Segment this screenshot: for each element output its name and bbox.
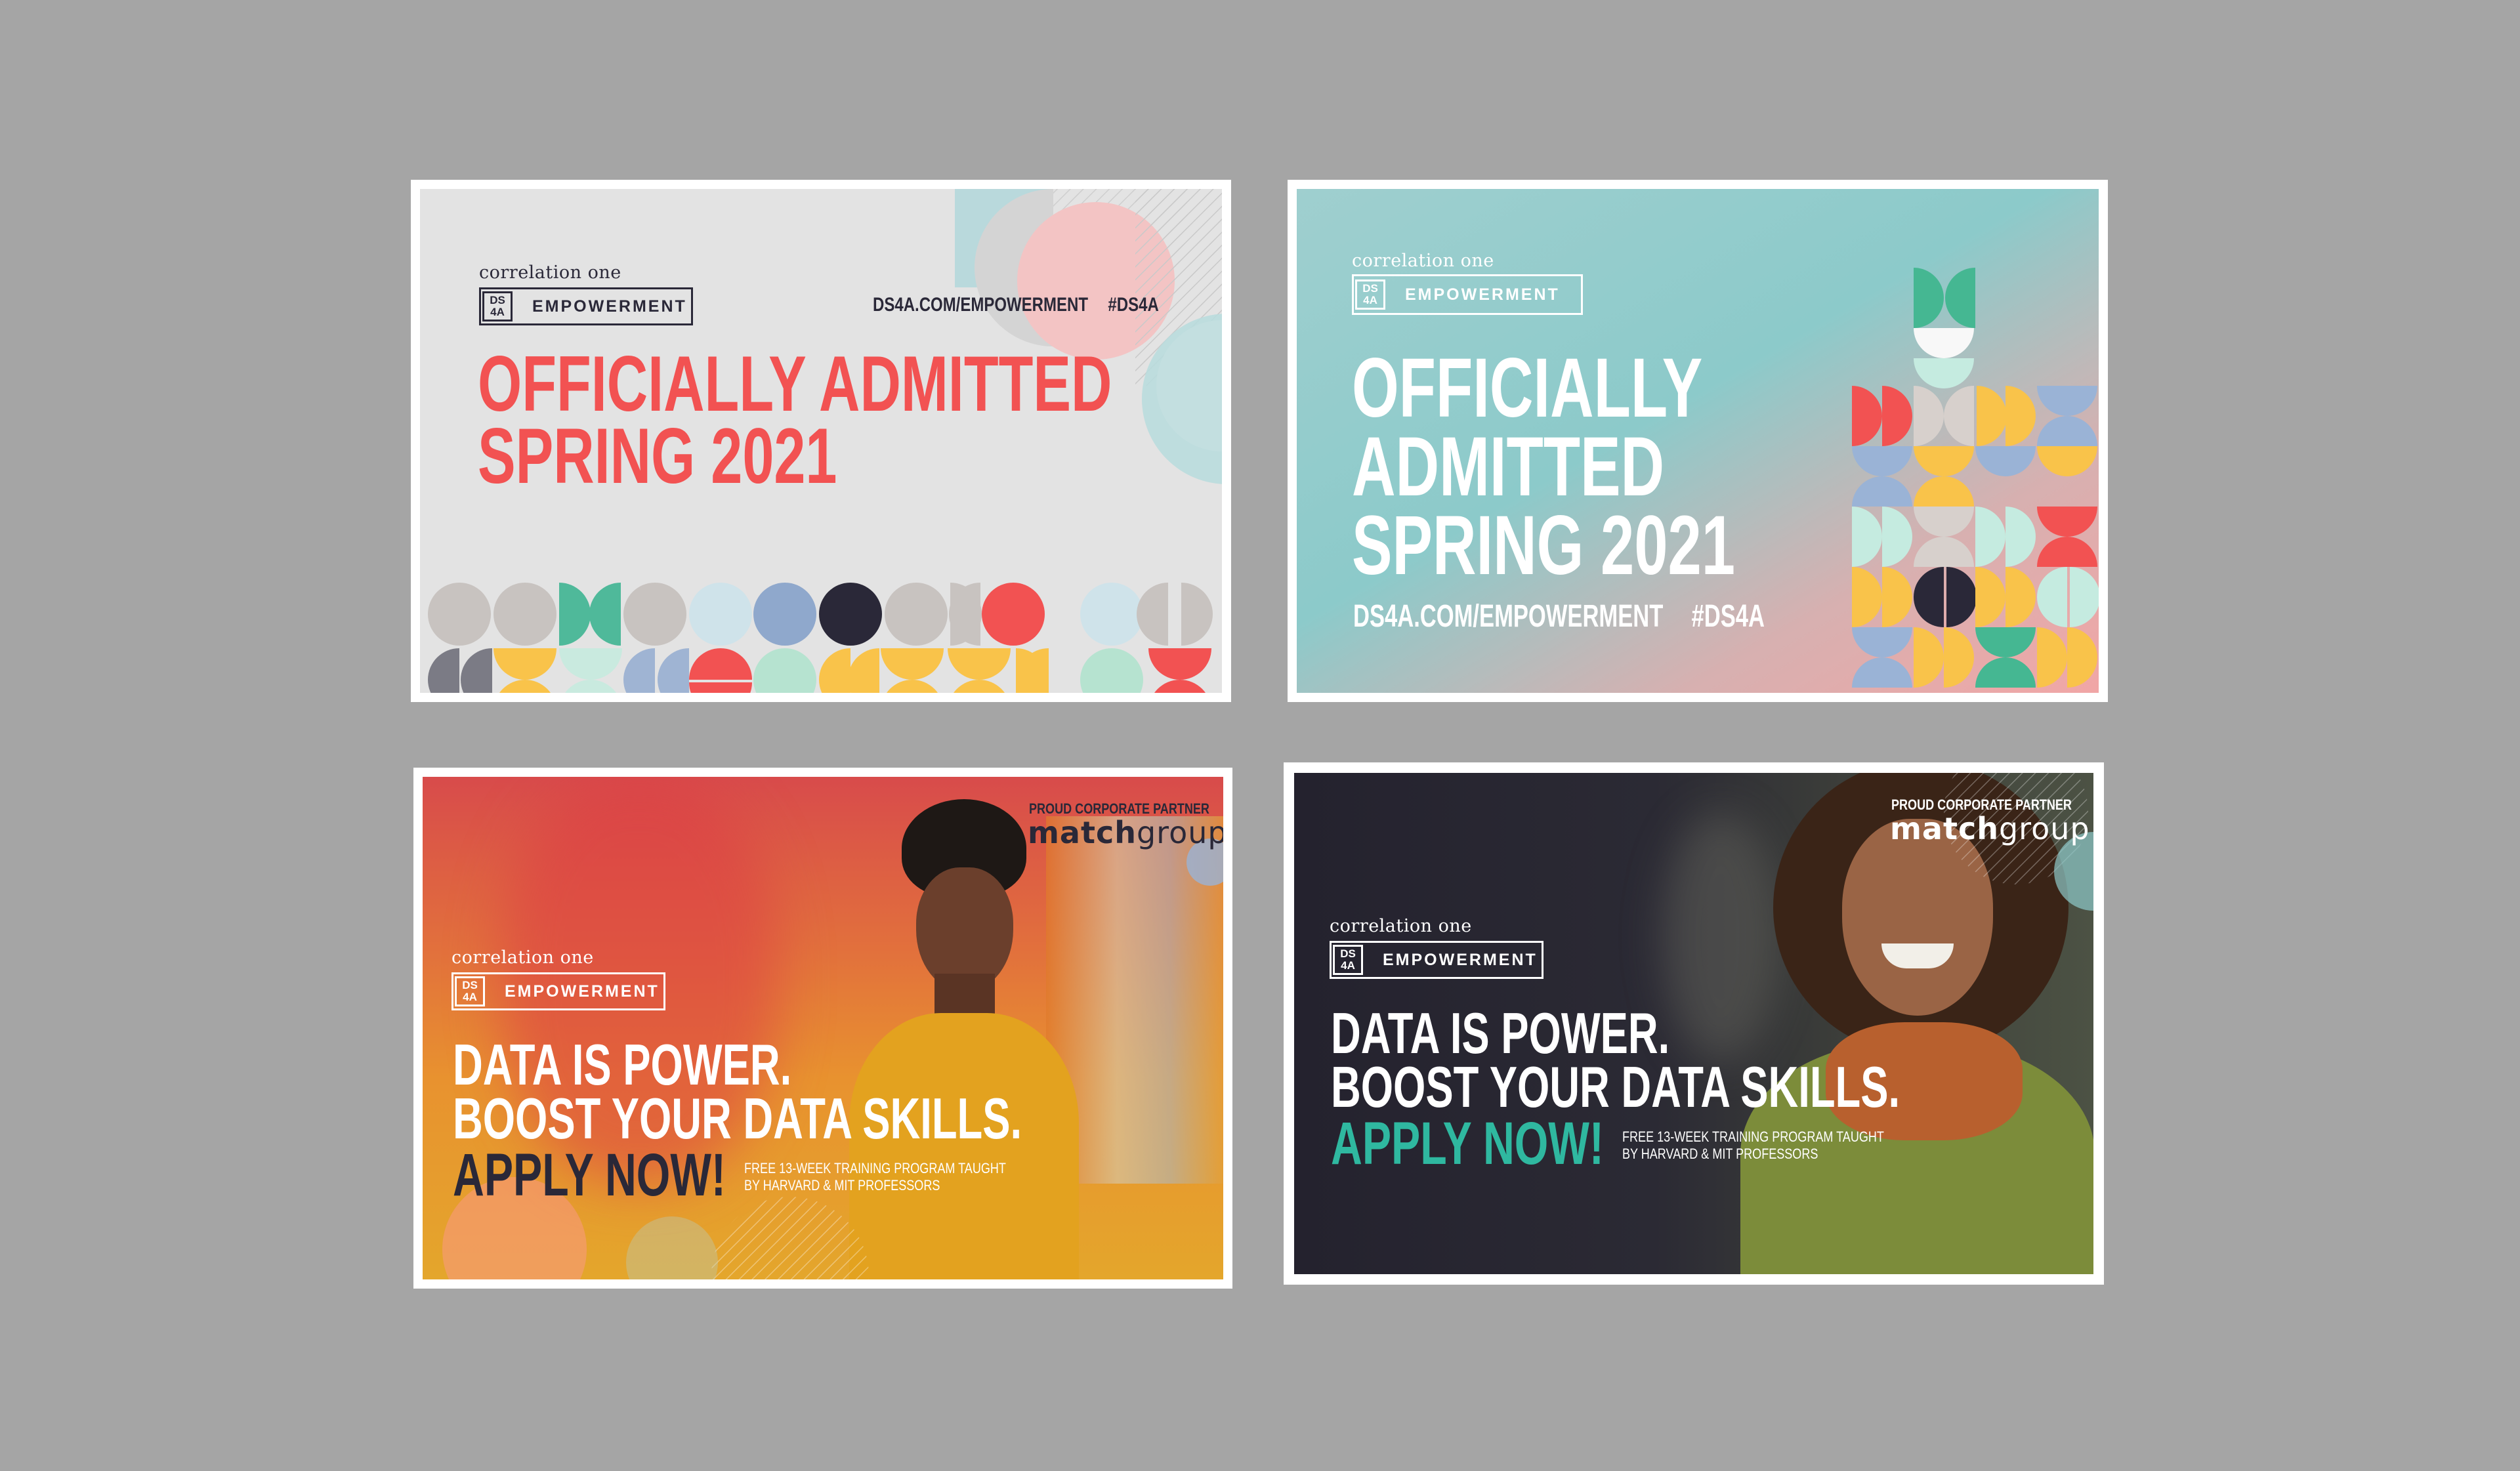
card-artwork: PROUD CORPORATE PARTNER matchgroup corre… <box>423 777 1223 1279</box>
headline-line-3: SPRING 2021 <box>1352 499 1735 592</box>
brand-wordmark: correlation one <box>479 262 621 283</box>
headline: DATA IS POWER. BOOST YOUR DATA SKILLS. <box>453 1032 1022 1151</box>
brand-wordmark: correlation one <box>1330 916 1472 936</box>
program-badge: DS 4A EMPOWERMENT <box>479 287 693 325</box>
card-artwork: correlation one DS 4A EMPOWERMENT DS4A.CO… <box>420 189 1222 693</box>
headline-line-1: DATA IS POWER. <box>1331 1001 1670 1066</box>
partner-logo: matchgroup <box>1028 815 1223 850</box>
card-artwork: PROUD CORPORATE PARTNER matchgroup corre… <box>1294 773 2093 1274</box>
badge-label: EMPOWERMENT <box>1383 950 1538 969</box>
ds4a-logo-icon: DS 4A <box>1333 945 1363 975</box>
ds4a-logo-icon: DS 4A <box>455 976 485 1006</box>
headline-line-2: ADMITTED <box>1352 420 1665 514</box>
badge-label: EMPOWERMENT <box>505 982 660 1001</box>
ad-card-apply-now-dark: PROUD CORPORATE PARTNER matchgroup corre… <box>1284 762 2104 1285</box>
url-text: DS4A.COM/EMPOWERMENT #DS4A <box>1353 598 1765 634</box>
program-note: FREE 13-WEEK TRAINING PROGRAM TAUGHT BY … <box>744 1160 1006 1193</box>
program-badge: DS 4A EMPOWERMENT <box>1352 274 1583 315</box>
headline-line-2: BOOST YOUR DATA SKILLS. <box>453 1086 1022 1151</box>
brand-wordmark: correlation one <box>452 947 594 968</box>
ds4a-logo-icon: DS 4A <box>482 291 513 321</box>
card-artwork: correlation one DS 4A EMPOWERMENT OFFICIA… <box>1297 189 2099 693</box>
partner-logo: matchgroup <box>1890 811 2090 846</box>
headline: OFFICIALLY ADMITTED SPRING 2021 <box>478 340 1112 500</box>
url: DS4A.COM/EMPOWERMENT <box>1353 599 1664 634</box>
headline-line-2: BOOST YOUR DATA SKILLS. <box>1331 1054 1900 1119</box>
headline: DATA IS POWER. BOOST YOUR DATA SKILLS. <box>1331 1001 1900 1119</box>
headline-line-1: DATA IS POWER. <box>453 1032 792 1097</box>
headline-line-2: SPRING 2021 <box>478 412 837 500</box>
badge-label: EMPOWERMENT <box>532 297 687 316</box>
hashtag: #DS4A <box>1691 599 1765 634</box>
url: DS4A.COM/EMPOWERMENT <box>873 294 1089 316</box>
hashtag: #DS4A <box>1108 294 1159 316</box>
headline-line-1: OFFICIALLY ADMITTED <box>478 340 1112 428</box>
program-note: FREE 13-WEEK TRAINING PROGRAM TAUGHT BY … <box>1622 1129 1884 1162</box>
headline: OFFICIALLY ADMITTED SPRING 2021 <box>1352 341 1735 592</box>
ad-card-officially-admitted-light: correlation one DS 4A EMPOWERMENT DS4A.CO… <box>411 180 1231 702</box>
ad-card-officially-admitted-gradient: correlation one DS 4A EMPOWERMENT OFFICIA… <box>1288 180 2108 702</box>
badge-label: EMPOWERMENT <box>1405 285 1560 304</box>
cta-text: APPLY NOW! <box>453 1142 726 1209</box>
program-badge: DS 4A EMPOWERMENT <box>1330 941 1544 979</box>
url-text: DS4A.COM/EMPOWERMENT #DS4A <box>873 294 1159 316</box>
brand-wordmark: correlation one <box>1352 251 1494 271</box>
headline-line-1: OFFICIALLY <box>1352 341 1703 435</box>
ds4a-logo-icon: DS 4A <box>1355 280 1385 310</box>
ad-card-apply-now-warm: PROUD CORPORATE PARTNER matchgroup corre… <box>413 768 1232 1289</box>
cta-text: APPLY NOW! <box>1331 1110 1604 1177</box>
program-badge: DS 4A EMPOWERMENT <box>452 972 665 1010</box>
